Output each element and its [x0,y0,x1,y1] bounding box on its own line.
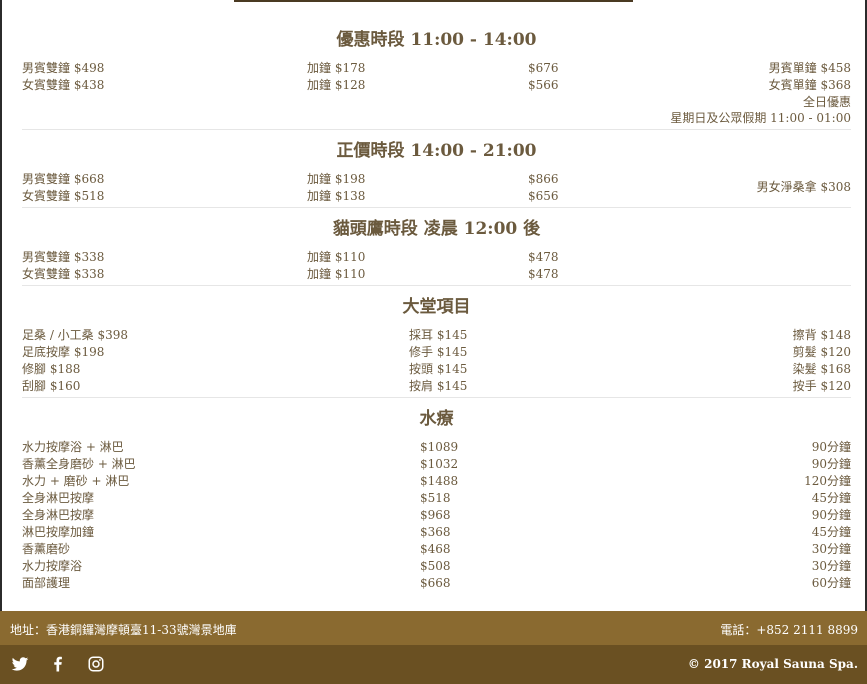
treatment-duration: 90分鐘 [811,508,851,522]
price-item: 女賓雙鐘 $518 [22,189,105,203]
treatment-name: 面部護理 [22,576,71,590]
table-row: 全身淋巴按摩 $968 90分鐘 [22,507,851,524]
price-item: 刮腳 $160 [22,379,81,393]
instagram-icon[interactable] [87,655,105,673]
footer-social-bar: © 2017 Royal Sauna Spa. [0,645,867,684]
section-title-late-night: 貓頭鷹時段 凌晨 12:00 後 [332,219,541,239]
treatment-name: 香薰磨砂 [22,542,71,556]
footer-address: 地址：香港銅鑼灣摩頓臺11-33號灣景地庫 [10,623,237,637]
treatment-name: 水力 + 磨砂 + 淋巴 [22,474,130,488]
price-item: 男賓雙鐘 $498 [22,61,105,75]
treatment-price: $368 [420,525,451,539]
footer-copyright: © 2017 Royal Sauna Spa. [687,657,858,671]
table-row: 男賓雙鐘 $498 加鐘 $178 $676 男賓單鐘 $458 [22,60,851,77]
price-item: 男賓雙鐘 $338 [22,250,105,264]
table-row: 女賓雙鐘 $338 加鐘 $110 $478 [22,266,851,283]
price-item: 採耳 $145 [409,328,468,342]
price-item: 加鐘 $110 [307,267,366,281]
table-row: 足桑 / 小工桑 $398 採耳 $145 擦背 $148 [22,327,851,344]
section-title-discount: 優惠時段 11:00 - 14:00 [336,30,537,50]
divider [22,129,851,130]
treatment-duration: 120分鐘 [804,474,851,488]
price-item: 按手 $120 [792,379,851,393]
price-item: 染髮 $168 [792,362,851,376]
treatment-price: $1032 [420,457,459,471]
price-item: $566 [528,78,559,92]
treatment-duration: 30分鐘 [811,542,851,556]
treatment-duration: 90分鐘 [811,457,851,471]
treatment-duration: 60分鐘 [811,576,851,590]
price-item: 男賓單鐘 $458 [768,61,851,75]
treatment-price: $468 [420,542,451,556]
table-row: 淋巴按摩加鐘 $368 45分鐘 [22,524,851,541]
treatment-name: 水力按摩浴 [22,559,83,573]
all-day-offer-label: 全日優惠 [802,95,851,109]
treatment-price: $518 [420,491,451,505]
price-item: $478 [528,267,559,281]
table-row: 水力 + 磨砂 + 淋巴 $1488 120分鐘 [22,473,851,490]
divider [22,397,851,398]
table-row: 男賓雙鐘 $338 加鐘 $110 $478 [22,249,851,266]
price-item: 修手 $145 [409,345,468,359]
treatment-duration: 45分鐘 [811,525,851,539]
price-item: 擦背 $148 [792,328,851,342]
price-item: 加鐘 $178 [307,61,366,75]
price-item: 修腳 $188 [22,362,81,376]
table-row: 香薰磨砂 $468 30分鐘 [22,541,851,558]
treatment-name: 香薰全身磨砂 + 淋巴 [22,457,136,471]
treatment-price: $968 [420,508,451,522]
section-title-lobby: 大堂項目 [402,297,471,317]
twitter-icon[interactable] [11,655,29,673]
treatment-price: $508 [420,559,451,573]
treatment-name: 全身淋巴按摩 [22,508,95,522]
treatment-price: $1089 [420,440,459,454]
table-row: 水力按摩浴 $508 30分鐘 [22,558,851,575]
treatment-price: $1488 [420,474,459,488]
treatment-name: 水力按摩浴 + 淋巴 [22,440,124,454]
treatment-duration: 45分鐘 [811,491,851,505]
treatment-duration: 90分鐘 [811,440,851,454]
price-item: 按肩 $145 [409,379,468,393]
section-title-regular: 正價時段 14:00 - 21:00 [336,141,537,161]
table-row: 面部護理 $668 60分鐘 [22,575,851,592]
price-item: $656 [528,189,559,203]
table-row: 星期日及公眾假期 11:00 - 01:00 [22,110,851,127]
treatment-name: 全身淋巴按摩 [22,491,95,505]
price-item: $676 [528,61,559,75]
price-item: 女賓雙鐘 $338 [22,267,105,281]
footer-contact-bar: 地址：香港銅鑼灣摩頓臺11-33號灣景地庫 電話：+852 2111 8899 [0,611,867,645]
facebook-icon[interactable] [49,655,67,673]
footer-phone[interactable]: 電話：+852 2111 8899 [720,621,858,638]
table-row: 水力按摩浴 + 淋巴 $1089 90分鐘 [22,439,851,456]
divider [22,207,851,208]
price-item: 加鐘 $138 [307,189,366,203]
price-item: 女賓雙鐘 $438 [22,78,105,92]
treatment-price: $668 [420,576,451,590]
price-item: 加鐘 $110 [307,250,366,264]
table-row: 香薰全身磨砂 + 淋巴 $1032 90分鐘 [22,456,851,473]
divider [22,285,851,286]
price-item: 女賓單鐘 $368 [768,78,851,92]
treatment-name: 淋巴按摩加鐘 [22,525,95,539]
table-row: 女賓雙鐘 $438 加鐘 $128 $566 女賓單鐘 $368 [22,77,851,94]
table-row: 刮腳 $160 按肩 $145 按手 $120 [22,378,851,395]
holiday-hours-label: 星期日及公眾假期 11:00 - 01:00 [670,111,851,125]
section-title-spa: 水療 [419,409,454,429]
price-item: 足底按摩 $198 [22,345,105,359]
price-item: $478 [528,250,559,264]
table-row: 修腳 $188 按頭 $145 染髮 $168 [22,361,851,378]
table-row: 足底按摩 $198 修手 $145 剪髮 $120 [22,344,851,361]
table-row: 全身淋巴按摩 $518 45分鐘 [22,490,851,507]
table-row: 全日優惠 [22,94,851,111]
price-item: 按頭 $145 [409,362,468,376]
table-row: 女賓雙鐘 $518 加鐘 $138 $656 [22,188,851,205]
menu-panel: 優惠時段 11:00 - 14:00 男賓雙鐘 $498 加鐘 $178 $67… [0,0,867,611]
treatment-duration: 30分鐘 [811,559,851,573]
price-item: 剪髮 $120 [792,345,851,359]
price-item: 足桑 / 小工桑 $398 [22,328,129,342]
price-item: 加鐘 $128 [307,78,366,92]
